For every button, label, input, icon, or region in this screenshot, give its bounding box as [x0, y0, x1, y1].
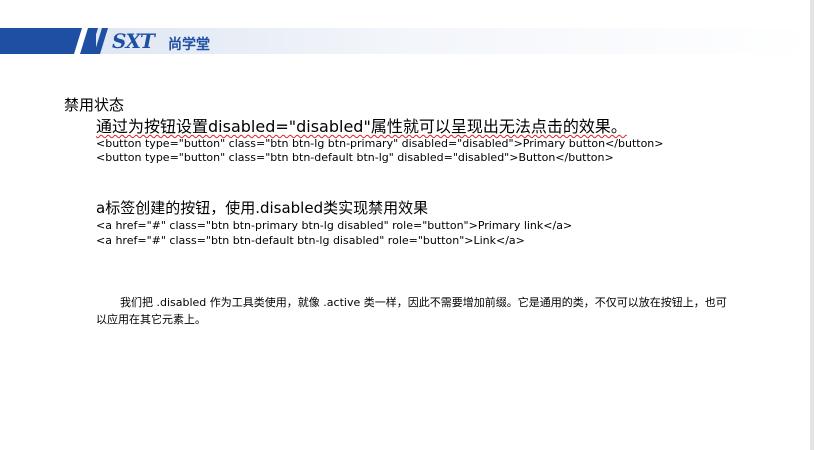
logo-slashes-icon [74, 28, 108, 54]
code-line: <a href="#" class="btn btn-default btn-l… [96, 234, 525, 247]
scrollbar-track[interactable] [810, 0, 814, 450]
header-banner: SXT 尚学堂 [0, 28, 814, 54]
slide: SXT 尚学堂 禁用状态 通过为按钮设置disabled="disabled"属… [0, 0, 814, 450]
section-heading: 禁用状态 [64, 96, 125, 114]
code-line: <a href="#" class="btn btn-primary btn-l… [96, 219, 573, 232]
code-line: <button type="button" class="btn btn-def… [96, 151, 614, 164]
code-line: <button type="button" class="btn btn-lg … [96, 137, 664, 150]
disabled-class-note: 我们把 .disabled 作为工具类使用，就像 .active 类一样，因此不… [96, 296, 727, 326]
brand-name: 尚学堂 [168, 37, 210, 53]
brand-logo: SXT [112, 29, 155, 53]
button-disabled-intro: 通过为按钮设置disabled="disabled"属性就可以呈现出无法点击的效… [96, 117, 627, 136]
link-disabled-intro: a标签创建的按钮，使用.disabled类实现禁用效果 [96, 199, 429, 217]
